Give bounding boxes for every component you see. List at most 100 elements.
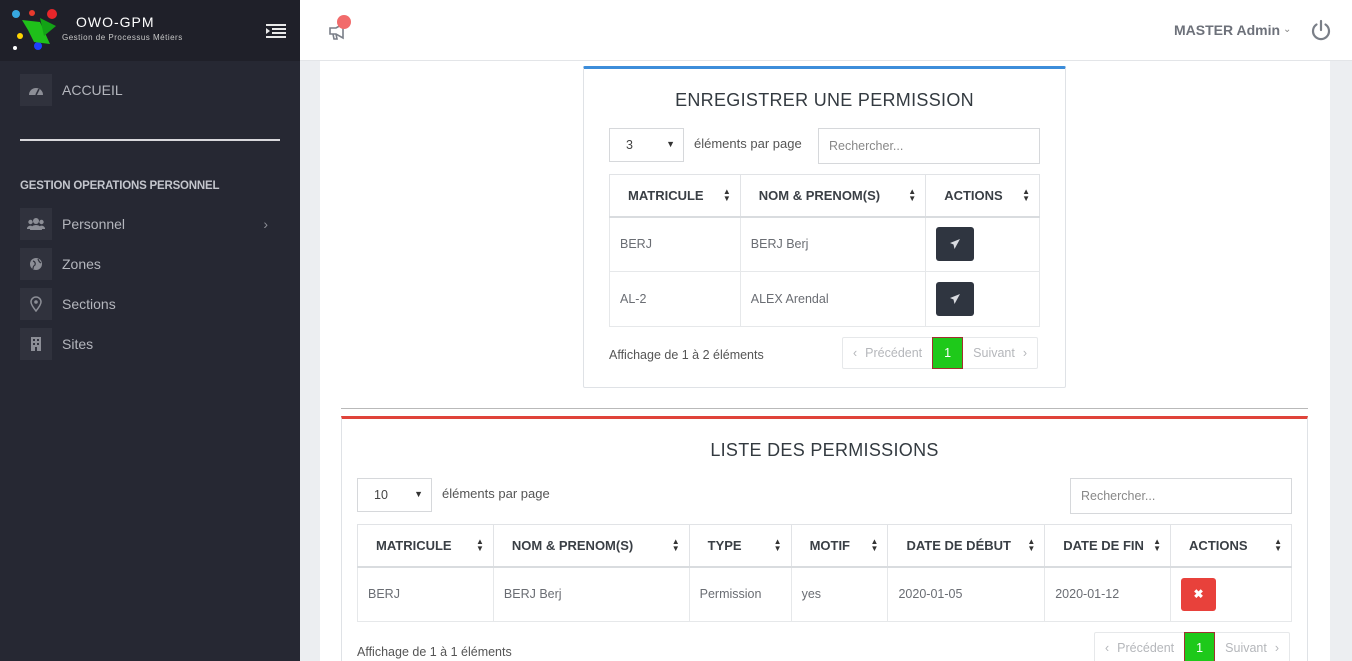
sidebar: OWO-GPM Gestion de Processus Métiers ACC…: [0, 0, 300, 661]
logo: [12, 9, 57, 50]
cell-date-debut: 2020-01-05: [887, 566, 1046, 622]
sidebar-item-personnel[interactable]: Personnel ›: [20, 208, 280, 240]
brand-subtitle: Gestion de Processus Métiers: [62, 33, 183, 42]
topbar: MASTER Admin ⌄: [300, 0, 1352, 61]
chevron-right-icon: ›: [1022, 346, 1028, 360]
sidebar-item-sites[interactable]: Sites: [20, 328, 280, 360]
send-button[interactable]: [936, 227, 975, 262]
sort-icon: ▲ ▼: [671, 537, 680, 554]
cell-nom: ALEX Arendal: [739, 271, 927, 327]
cell-matricule: AL-2: [609, 271, 741, 327]
delete-button[interactable]: ✖: [1181, 577, 1217, 611]
per-page-label: éléments par page: [694, 136, 802, 151]
brand-title: OWO-GPM: [76, 14, 155, 30]
menu-collapse-icon[interactable]: [266, 23, 286, 39]
dashboard-icon: [20, 74, 52, 106]
paper-plane-icon: [950, 294, 961, 304]
sort-icon: ▲ ▼: [722, 187, 731, 204]
user-menu[interactable]: MASTER Admin: [1174, 22, 1280, 38]
building-icon: [20, 328, 52, 360]
card-title: ENREGISTRER UNE PERMISSION: [675, 90, 974, 110]
sort-icon: ▲ ▼: [773, 537, 782, 554]
page-size-select[interactable]: 3 ▼: [609, 128, 684, 162]
table-info: Affichage de 1 à 2 éléments: [609, 348, 764, 362]
table-info: Affichage de 1 à 1 éléments: [357, 645, 512, 659]
sidebar-divider: [20, 139, 280, 141]
globe-icon: [20, 248, 52, 280]
section-divider: [341, 408, 1308, 409]
column-header[interactable]: MATRICULE ▲ ▼: [357, 524, 494, 568]
sort-icon: ▲ ▼: [1274, 537, 1282, 554]
table-row: BERJ BERJ Berj Permission yes 2020-01-05…: [357, 566, 1292, 622]
search-input[interactable]: [1070, 478, 1292, 514]
column-header[interactable]: ACTIONS ▲ ▼: [1170, 524, 1292, 568]
sidebar-item-label: Sections: [62, 296, 116, 312]
cell-actions: [925, 271, 1040, 327]
dropdown-arrow-icon: ▼: [414, 489, 423, 499]
sidebar-item-label: Zones: [62, 256, 101, 272]
brand: OWO-GPM Gestion de Processus Métiers: [0, 0, 300, 61]
sidebar-item-zones[interactable]: Zones: [20, 248, 280, 280]
sort-icon: ▲ ▼: [1153, 537, 1162, 554]
pagination: ‹ Précédent 1 Suivant ›: [1094, 632, 1291, 661]
sidebar-section-title: GESTION OPERATIONS PERSONNEL: [20, 180, 220, 192]
permissions-table: MATRICULE ▲ ▼ NOM & PRENOM(S) ▲ ▼ TYPE ▲ ▼ MOT…: [357, 524, 1292, 622]
card-title: LISTE DES PERMISSIONS: [710, 440, 939, 460]
search-input[interactable]: [818, 128, 1040, 164]
column-header[interactable]: DATE DE FIN ▲ ▼: [1044, 524, 1172, 568]
column-header[interactable]: ACTIONS ▲ ▼: [925, 174, 1040, 218]
column-header[interactable]: MOTIF ▲ ▼: [790, 524, 889, 568]
pagination-prev[interactable]: ‹ Précédent: [1095, 633, 1184, 661]
cell-nom: BERJ Berj: [492, 566, 690, 622]
table-row: BERJ BERJ Berj: [609, 216, 1040, 272]
page-size-select[interactable]: 10 ▼: [357, 478, 432, 512]
power-icon[interactable]: [1310, 19, 1332, 41]
sort-icon: ▲ ▼: [908, 187, 917, 204]
cell-motif: yes: [790, 566, 889, 622]
sidebar-item-label: Sites: [62, 336, 94, 352]
pagination-next[interactable]: Suivant ›: [963, 338, 1037, 368]
cell-matricule: BERJ: [609, 216, 741, 272]
chevron-left-icon: ‹: [1105, 641, 1110, 655]
sort-icon: ▲ ▼: [1022, 187, 1030, 204]
close-icon: ✖: [1193, 587, 1204, 602]
send-button[interactable]: [936, 282, 975, 316]
pagination: ‹ Précédent 1 Suivant ›: [842, 337, 1039, 369]
column-header[interactable]: NOM & PRENOM(S) ▲ ▼: [739, 174, 927, 218]
sidebar-item-sections[interactable]: Sections: [20, 288, 280, 320]
sidebar-item-label: Personnel: [62, 216, 126, 232]
chevron-right-icon: ›: [1274, 641, 1280, 655]
users-icon: [20, 208, 52, 240]
cell-type: Permission: [688, 566, 792, 622]
cell-actions: [925, 216, 1040, 272]
sort-icon: ▲ ▼: [475, 537, 484, 554]
cell-date-fin: 2020-01-12: [1044, 566, 1172, 622]
map-pin-icon: [20, 288, 52, 320]
column-header[interactable]: TYPE ▲ ▼: [688, 524, 792, 568]
chevron-right-icon: ›: [263, 216, 268, 232]
register-permission-card: ENREGISTRER UNE PERMISSION 3 ▼ éléments …: [583, 66, 1066, 388]
permissions-list-card: LISTE DES PERMISSIONS 10 ▼ éléments par …: [341, 416, 1308, 661]
cell-nom: BERJ Berj: [739, 216, 927, 272]
dropdown-arrow-icon: ▼: [666, 139, 675, 149]
cell-matricule: BERJ: [357, 566, 494, 622]
pagination-next[interactable]: Suivant ›: [1215, 633, 1289, 661]
notification-badge: [337, 15, 351, 29]
column-header[interactable]: DATE DE DÉBUT ▲ ▼: [887, 524, 1046, 568]
pagination-page[interactable]: 1: [932, 337, 964, 369]
chevron-down-icon[interactable]: ⌄: [1283, 24, 1291, 35]
paper-plane-icon: [950, 239, 961, 250]
page-size-value: 3: [626, 138, 633, 152]
pagination-page[interactable]: 1: [1184, 632, 1216, 661]
column-header[interactable]: MATRICULE ▲ ▼: [609, 174, 741, 218]
cell-actions: ✖: [1170, 566, 1292, 622]
pagination-prev[interactable]: ‹ Précédent: [843, 338, 932, 368]
chevron-left-icon: ‹: [853, 346, 858, 360]
sidebar-item-label: ACCUEIL: [62, 82, 123, 98]
table-row: AL-2 ALEX Arendal: [609, 271, 1040, 327]
sort-icon: ▲ ▼: [870, 537, 879, 554]
page-size-value: 10: [374, 488, 388, 502]
sidebar-item-accueil[interactable]: ACCUEIL: [20, 74, 280, 106]
per-page-label: éléments par page: [442, 486, 550, 501]
column-header[interactable]: NOM & PRENOM(S) ▲ ▼: [492, 524, 690, 568]
